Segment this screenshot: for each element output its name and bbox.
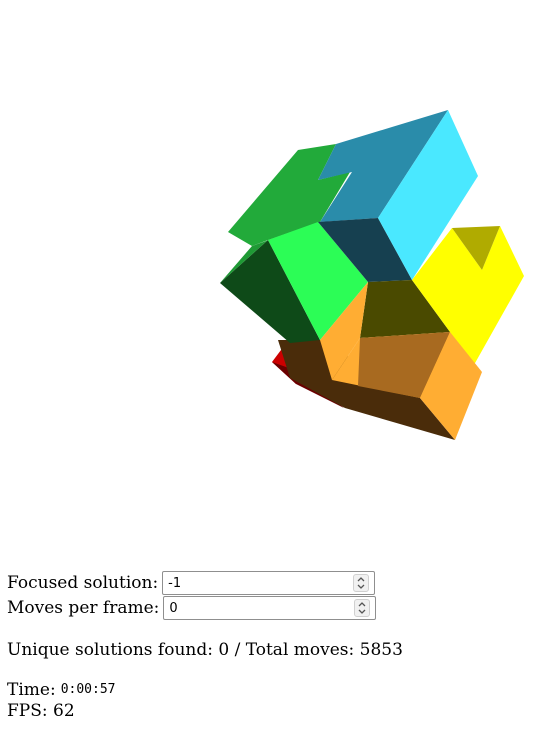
time-value: 0:00:57	[60, 682, 116, 697]
fps-status: FPS: 62	[7, 701, 75, 721]
focused-solution-row: Focused solution:	[7, 571, 376, 595]
focused-solution-input[interactable]	[163, 572, 344, 594]
focused-solution-input-box[interactable]	[162, 571, 376, 595]
time-status: Time: 0:00:57	[7, 680, 115, 700]
moves-per-frame-label: Moves per frame:	[7, 598, 160, 618]
solutions-status: Unique solutions found: 0 / Total moves:…	[7, 640, 403, 660]
spinner-up-icon[interactable]	[358, 602, 366, 607]
time-label: Time:	[7, 680, 56, 700]
puzzle-cube-render	[220, 110, 524, 440]
moves-per-frame-row: Moves per frame:	[7, 596, 377, 620]
fps-text: FPS: 62	[7, 701, 75, 721]
solutions-text: Unique solutions found: 0 / Total moves:…	[7, 640, 403, 660]
moves-per-frame-input-box[interactable]	[163, 596, 377, 620]
spinner-down-icon[interactable]	[357, 584, 365, 589]
puzzle-3d-viewport[interactable]	[0, 0, 551, 560]
focused-solution-label: Focused solution:	[7, 573, 159, 593]
moves-per-frame-input[interactable]	[164, 597, 345, 619]
spinner-up-icon[interactable]	[357, 577, 365, 582]
moves-per-frame-spinner[interactable]	[354, 599, 371, 617]
spinner-down-icon[interactable]	[358, 609, 366, 614]
focused-solution-spinner[interactable]	[353, 574, 370, 592]
